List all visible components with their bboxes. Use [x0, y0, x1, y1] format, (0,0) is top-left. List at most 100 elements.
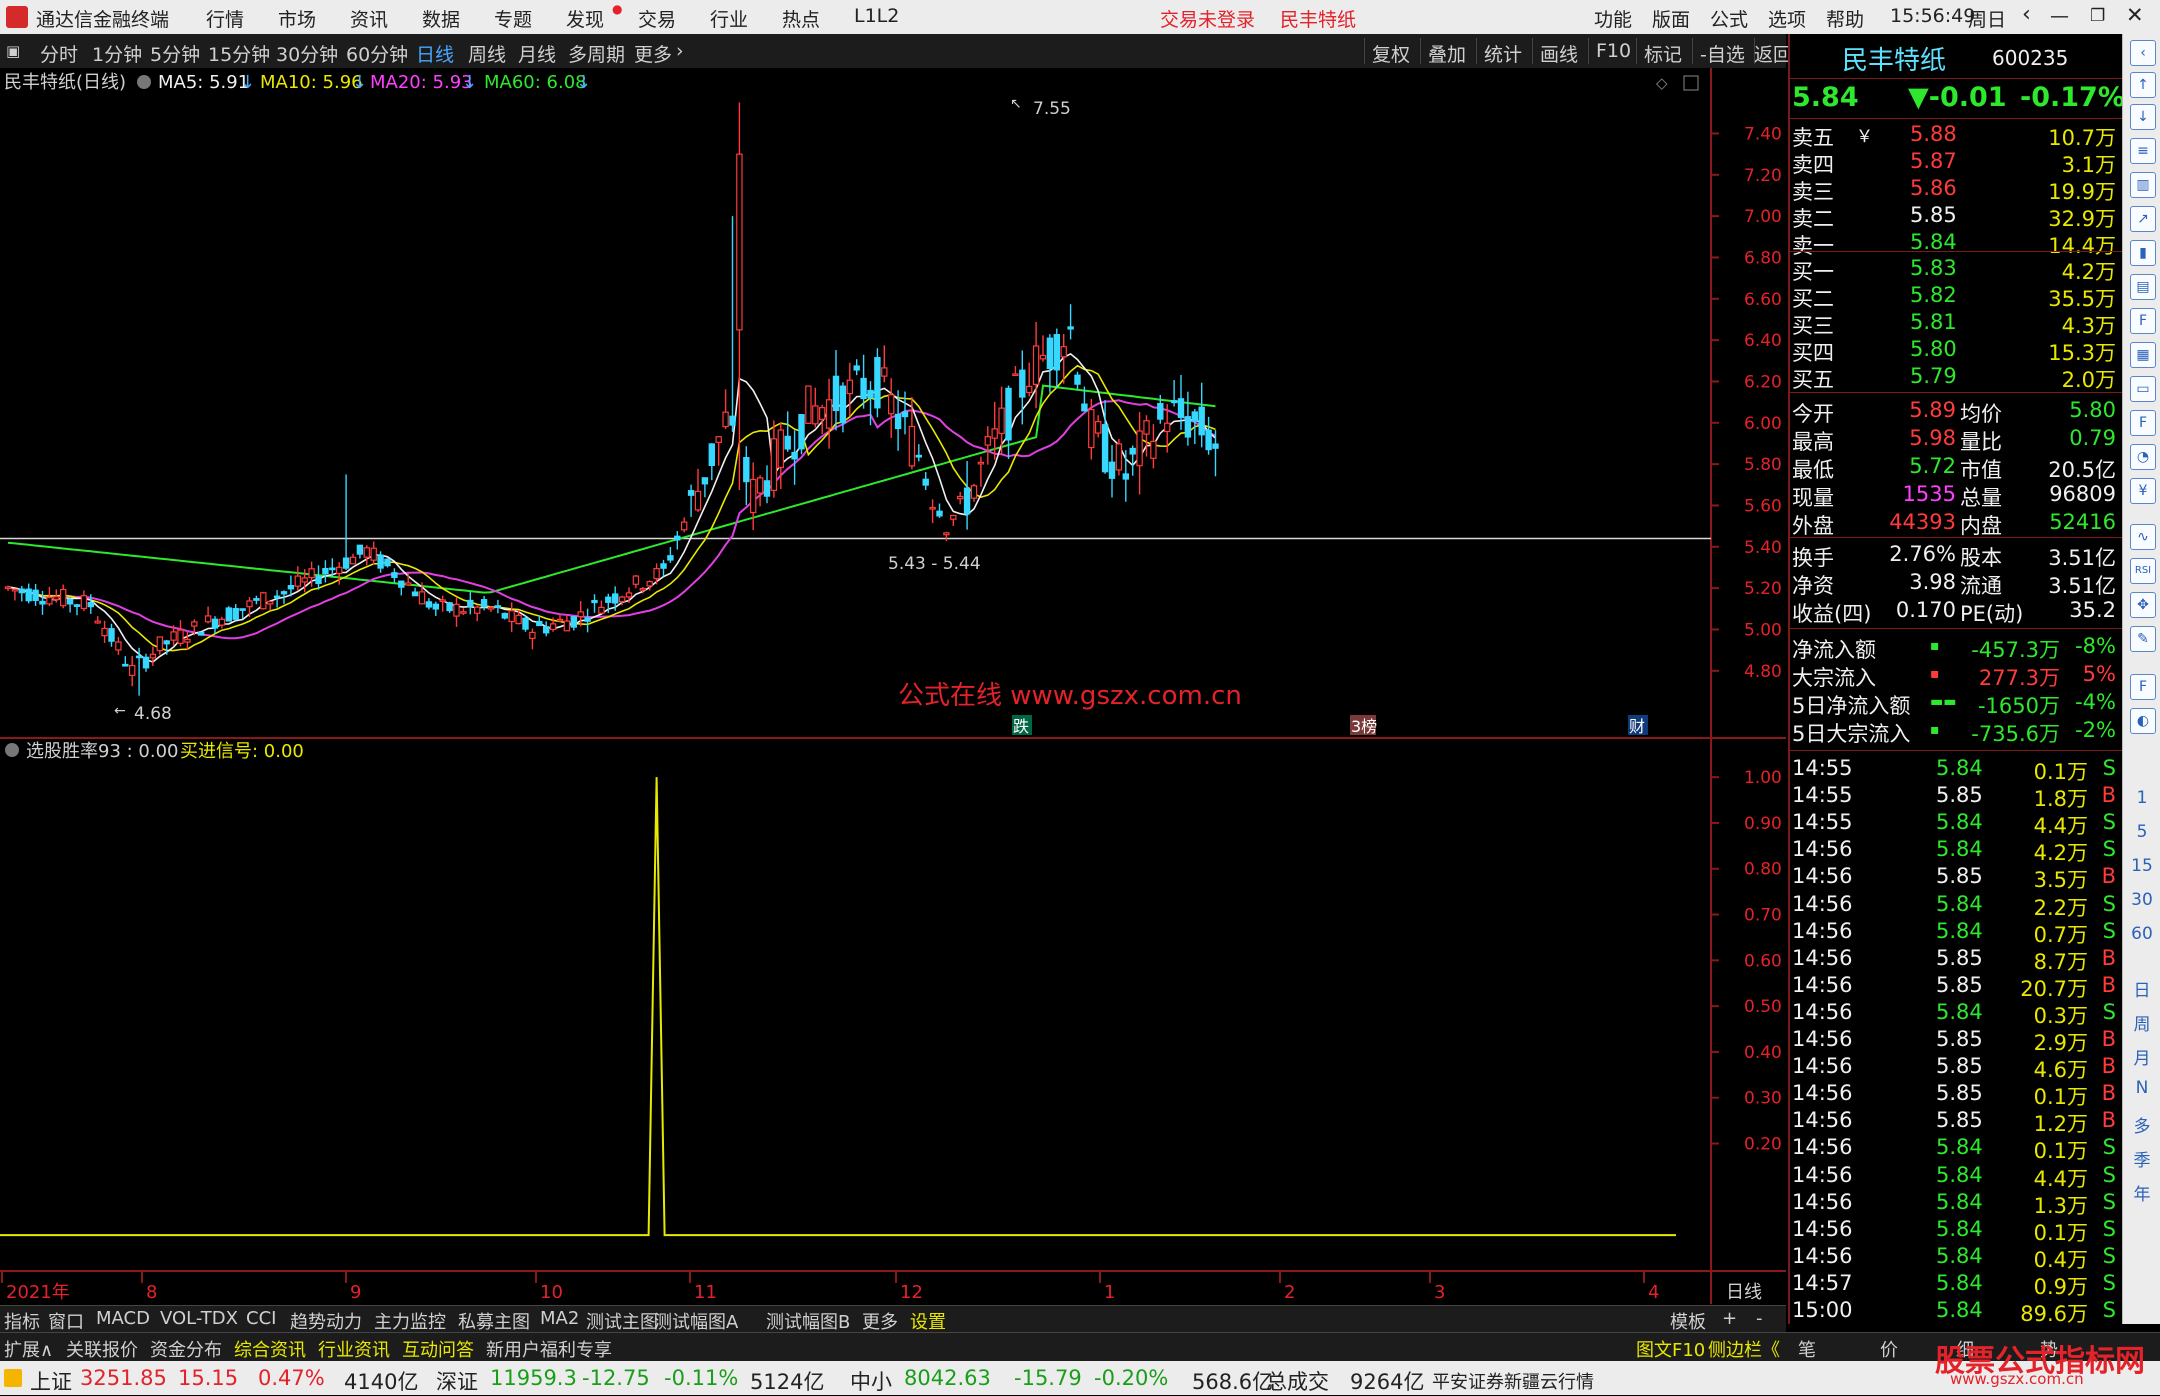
- indicator-tab-11[interactable]: 测试幅图B: [766, 1308, 850, 1334]
- indicator-tab-9[interactable]: 测试主图: [586, 1308, 658, 1334]
- menu-zhuanti[interactable]: 专题: [494, 5, 532, 32]
- ask-row[interactable]: 卖二 5.85 32.9万: [1790, 203, 2122, 231]
- pen-icon[interactable]: ✎: [2130, 626, 2156, 652]
- menu-zixun[interactable]: 资讯: [350, 5, 388, 32]
- minimize-icon[interactable]: —: [2050, 5, 2069, 27]
- period-daily[interactable]: 日线: [416, 40, 454, 67]
- info-tab-0[interactable]: 扩展∧: [4, 1336, 53, 1362]
- nav-left-icon[interactable]: ‹: [2130, 40, 2156, 66]
- period-fenshi[interactable]: 分时: [40, 40, 78, 67]
- menu-banmian[interactable]: 版面: [1652, 5, 1690, 32]
- indicator-tab-0[interactable]: 指标: [4, 1308, 40, 1334]
- template-tab-0[interactable]: 模板: [1670, 1308, 1706, 1334]
- period-1min[interactable]: 1分钟: [92, 40, 142, 67]
- news-icon[interactable]: ▤: [2130, 274, 2156, 300]
- indicator-tab-13[interactable]: 设置: [910, 1308, 946, 1334]
- tool-zixuan[interactable]: -自选: [1700, 40, 1745, 67]
- nav-down-icon[interactable]: ↓: [2130, 104, 2156, 130]
- sidebar-period-8[interactable]: N: [2123, 1078, 2160, 1098]
- indicator-tab-1[interactable]: 窗口: [48, 1308, 84, 1334]
- indicator-tab-5[interactable]: 趋势动力: [290, 1308, 362, 1334]
- menu-bangzhu[interactable]: 帮助: [1826, 5, 1864, 32]
- chart-icon[interactable]: ◔: [2130, 444, 2156, 470]
- indicator-tab-7[interactable]: 私募主图: [458, 1308, 530, 1334]
- trend-icon[interactable]: ↗: [2130, 206, 2156, 232]
- grid-icon[interactable]: ▦: [2130, 342, 2156, 368]
- restore-icon[interactable]: ❐: [2090, 6, 2105, 26]
- kline-icon[interactable]: ▥: [2130, 172, 2156, 198]
- period-more[interactable]: 更多: [634, 40, 672, 67]
- quote-list-icon[interactable]: ≡: [2130, 138, 2156, 164]
- money-icon[interactable]: ¥: [2130, 478, 2156, 504]
- template-tab-2[interactable]: -: [1756, 1308, 1763, 1329]
- tool-huaxian[interactable]: 画线: [1540, 40, 1578, 67]
- period-multi[interactable]: 多周期: [568, 40, 625, 67]
- diamond-icon[interactable]: ◇: [1656, 74, 1668, 92]
- menu-shichang[interactable]: 市场: [278, 5, 316, 32]
- menu-gongshi[interactable]: 公式: [1710, 5, 1748, 32]
- candle-icon[interactable]: ▮: [2130, 240, 2156, 266]
- info-tab-5[interactable]: 互动问答: [402, 1336, 474, 1362]
- sidebar-period-11[interactable]: 年: [2123, 1180, 2160, 1205]
- move-icon[interactable]: ✥: [2130, 592, 2156, 618]
- close-icon[interactable]: ✕: [2126, 3, 2144, 27]
- period-60min[interactable]: 60分钟: [346, 40, 408, 67]
- period-5min[interactable]: 5分钟: [150, 40, 200, 67]
- period-monthly[interactable]: 月线: [518, 40, 556, 67]
- index-name[interactable]: 中小: [850, 1366, 892, 1396]
- quote-bottom-tab-1[interactable]: 价: [1880, 1336, 1898, 1362]
- flow-row[interactable]: 净流入额 ▪ -457.3万 -8%: [1790, 634, 2122, 662]
- ask-row[interactable]: 卖一 5.84 14.4万: [1790, 230, 2122, 258]
- kline-chart-area[interactable]: 民丰特纸(日线) MA5: 5.91 ↓ MA10: 5.96 ↓ MA20: …: [0, 68, 1786, 1305]
- tool-diejia[interactable]: 叠加: [1428, 40, 1466, 67]
- settings-dot-icon[interactable]: [137, 75, 151, 89]
- sidebar-period-2[interactable]: 15: [2123, 856, 2160, 876]
- bid-row[interactable]: 买二 5.82 35.5万: [1790, 283, 2122, 311]
- indicator-tab-6[interactable]: 主力监控: [374, 1308, 446, 1334]
- sidebar-period-6[interactable]: 周: [2123, 1010, 2160, 1035]
- f10-icon[interactable]: F: [2130, 308, 2156, 334]
- indicator-tab-12[interactable]: 更多: [862, 1308, 898, 1334]
- tool-fanhui[interactable]: 返回: [1754, 40, 1792, 67]
- chevron-right-icon[interactable]: ›: [676, 40, 684, 62]
- tool-tongji[interactable]: 统计: [1484, 40, 1522, 67]
- info-tab-1[interactable]: 关联报价: [66, 1336, 138, 1362]
- info-right-tab-0[interactable]: 图文F10: [1636, 1336, 1705, 1362]
- period-weekly[interactable]: 周线: [468, 40, 506, 67]
- menu-gongneng[interactable]: 功能: [1594, 5, 1632, 32]
- bid-row[interactable]: 买四 5.80 15.3万: [1790, 337, 2122, 365]
- sidebar-period-10[interactable]: 季: [2123, 1146, 2160, 1171]
- event-marker-cai[interactable]: 财: [1628, 715, 1648, 736]
- menu-hangqing[interactable]: 行情: [206, 5, 244, 32]
- sidebar-period-1[interactable]: 5: [2123, 822, 2160, 842]
- menu-jiaoyi[interactable]: 交易: [638, 5, 676, 32]
- indicator-tab-3[interactable]: VOL-TDX: [160, 1308, 238, 1329]
- fs2-icon[interactable]: F: [2130, 674, 2156, 700]
- period-30min[interactable]: 30分钟: [276, 40, 338, 67]
- bid-row[interactable]: 买一 5.83 4.2万: [1790, 256, 2122, 284]
- info-tab-3[interactable]: 综合资讯: [234, 1336, 306, 1362]
- tool-f10[interactable]: F10: [1596, 40, 1631, 62]
- menu-hangye[interactable]: 行业: [710, 5, 748, 32]
- period-15min[interactable]: 15分钟: [208, 40, 270, 67]
- menu-l1l2[interactable]: L1L2: [854, 5, 899, 27]
- toolbar-menu-icon[interactable]: ▣: [6, 42, 20, 60]
- pie-icon[interactable]: ◐: [2130, 708, 2156, 734]
- sidebar-period-5[interactable]: 日: [2123, 976, 2160, 1001]
- nav-up-icon[interactable]: ↑: [2130, 72, 2156, 98]
- info-tab-6[interactable]: 新用户福利专享: [486, 1336, 612, 1362]
- menu-xuanxiang[interactable]: 选项: [1768, 5, 1806, 32]
- info-tab-4[interactable]: 行业资讯: [318, 1336, 390, 1362]
- flow-row[interactable]: 5日净流入额 ▬▬ -1650万 -4%: [1790, 690, 2122, 718]
- back-arrow-icon[interactable]: ‹: [2022, 2, 2031, 27]
- sidebar-period-7[interactable]: 月: [2123, 1044, 2160, 1069]
- sub-settings-dot-icon[interactable]: [5, 743, 19, 757]
- trade-login-status[interactable]: 交易未登录: [1160, 5, 1255, 32]
- fs-icon[interactable]: F: [2130, 410, 2156, 436]
- ask-row[interactable]: 卖四 5.87 3.1万: [1790, 149, 2122, 177]
- bid-row[interactable]: 买三 5.81 4.3万: [1790, 310, 2122, 338]
- menu-shuju[interactable]: 数据: [422, 5, 460, 32]
- quote-bottom-tab-0[interactable]: 笔: [1798, 1336, 1816, 1362]
- wave-icon[interactable]: ∿: [2130, 524, 2156, 550]
- indicator-tab-4[interactable]: CCI: [246, 1308, 276, 1329]
